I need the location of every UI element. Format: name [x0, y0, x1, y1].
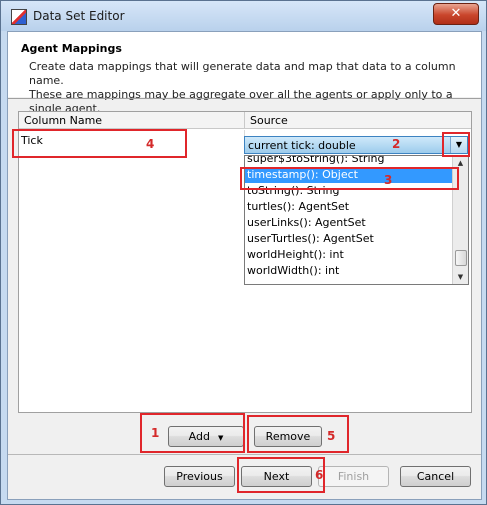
dropdown-item[interactable]: turtles(): AgentSet [245, 199, 452, 215]
page-description: Create data mappings that will generate … [29, 60, 456, 115]
annotation-number: 3 [384, 173, 393, 187]
dropdown-item[interactable]: super$3toString(): String [245, 156, 452, 167]
column-header-source[interactable]: Source [245, 112, 471, 129]
header-panel: Agent Mappings Create data mappings that… [8, 32, 481, 115]
dropdown-item[interactable]: worldHeight(): int [245, 247, 452, 263]
annotation-number: 5 [327, 429, 336, 443]
annotation-number: 1 [151, 426, 160, 440]
app-icon [11, 9, 27, 25]
finish-button: Finish [318, 466, 389, 487]
window-title: Data Set Editor [33, 9, 125, 23]
footer-divider [8, 454, 481, 455]
source-combo[interactable]: current tick: double ▼ [244, 136, 468, 154]
cancel-button[interactable]: Cancel [400, 466, 471, 487]
column-header-name[interactable]: Column Name [19, 112, 245, 129]
scroll-thumb[interactable] [455, 250, 467, 266]
page-title: Agent Mappings [21, 42, 122, 55]
dropdown-item[interactable]: userLinks(): AgentSet [245, 215, 452, 231]
annotation-box-dropdown-arrow [442, 132, 470, 157]
annotation-number: 2 [392, 137, 401, 151]
dropdown-item[interactable]: userTurtles(): AgentSet [245, 231, 452, 247]
header-divider [8, 98, 481, 99]
annotation-number: 6 [315, 468, 324, 482]
dropdown-item[interactable]: worldWidth(): int [245, 263, 452, 279]
annotation-box-column-name [12, 129, 187, 158]
source-combo-value: current tick: double [248, 139, 356, 152]
annotation-box-next [237, 457, 325, 493]
scroll-down-icon[interactable]: ▼ [453, 270, 468, 284]
annotation-box-timestamp [240, 167, 459, 190]
close-button[interactable]: ✕ [433, 3, 479, 25]
previous-button[interactable]: Previous [164, 466, 235, 487]
title-bar[interactable]: Data Set Editor ✕ [1, 1, 486, 31]
annotation-number: 4 [146, 137, 155, 151]
